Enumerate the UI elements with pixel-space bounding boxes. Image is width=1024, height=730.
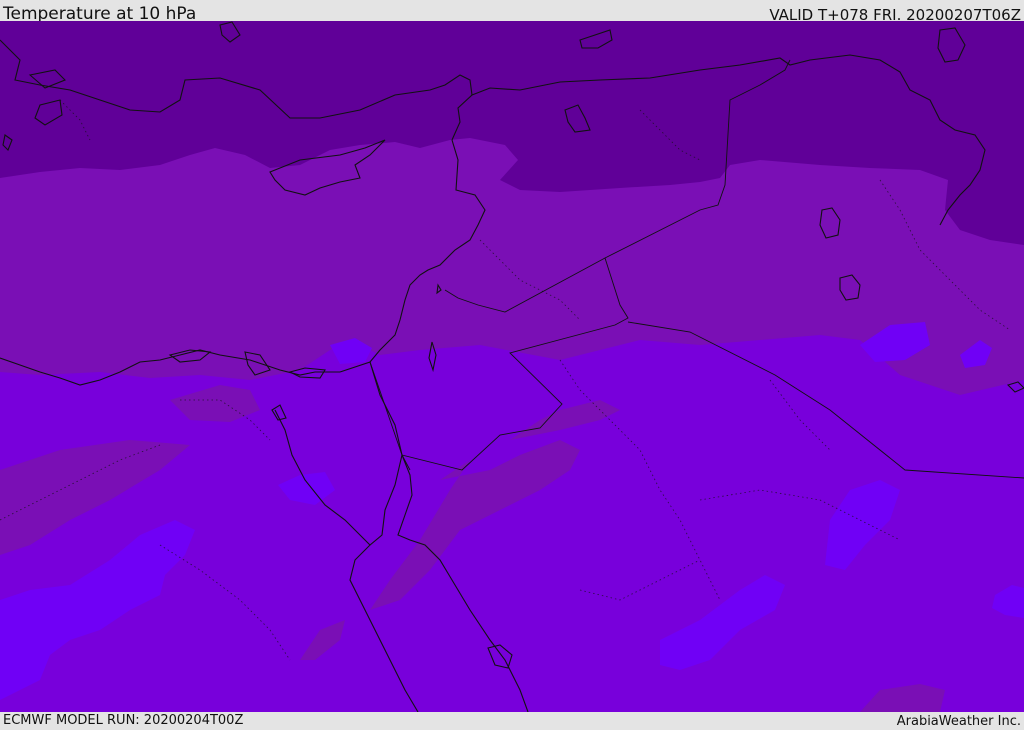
credit-label: ArabiaWeather Inc. [896,714,1021,729]
model-run-label: ECMWF MODEL RUN: 20200204T00Z [3,713,244,728]
weather-map[interactable] [0,21,1024,712]
footer-bar: ECMWF MODEL RUN: 20200204T00Z ArabiaWeat… [0,712,1024,729]
map-canvas [0,21,1024,712]
header-bar: Temperature at 10 hPa VALID T+078 FRI. 2… [0,0,1024,24]
